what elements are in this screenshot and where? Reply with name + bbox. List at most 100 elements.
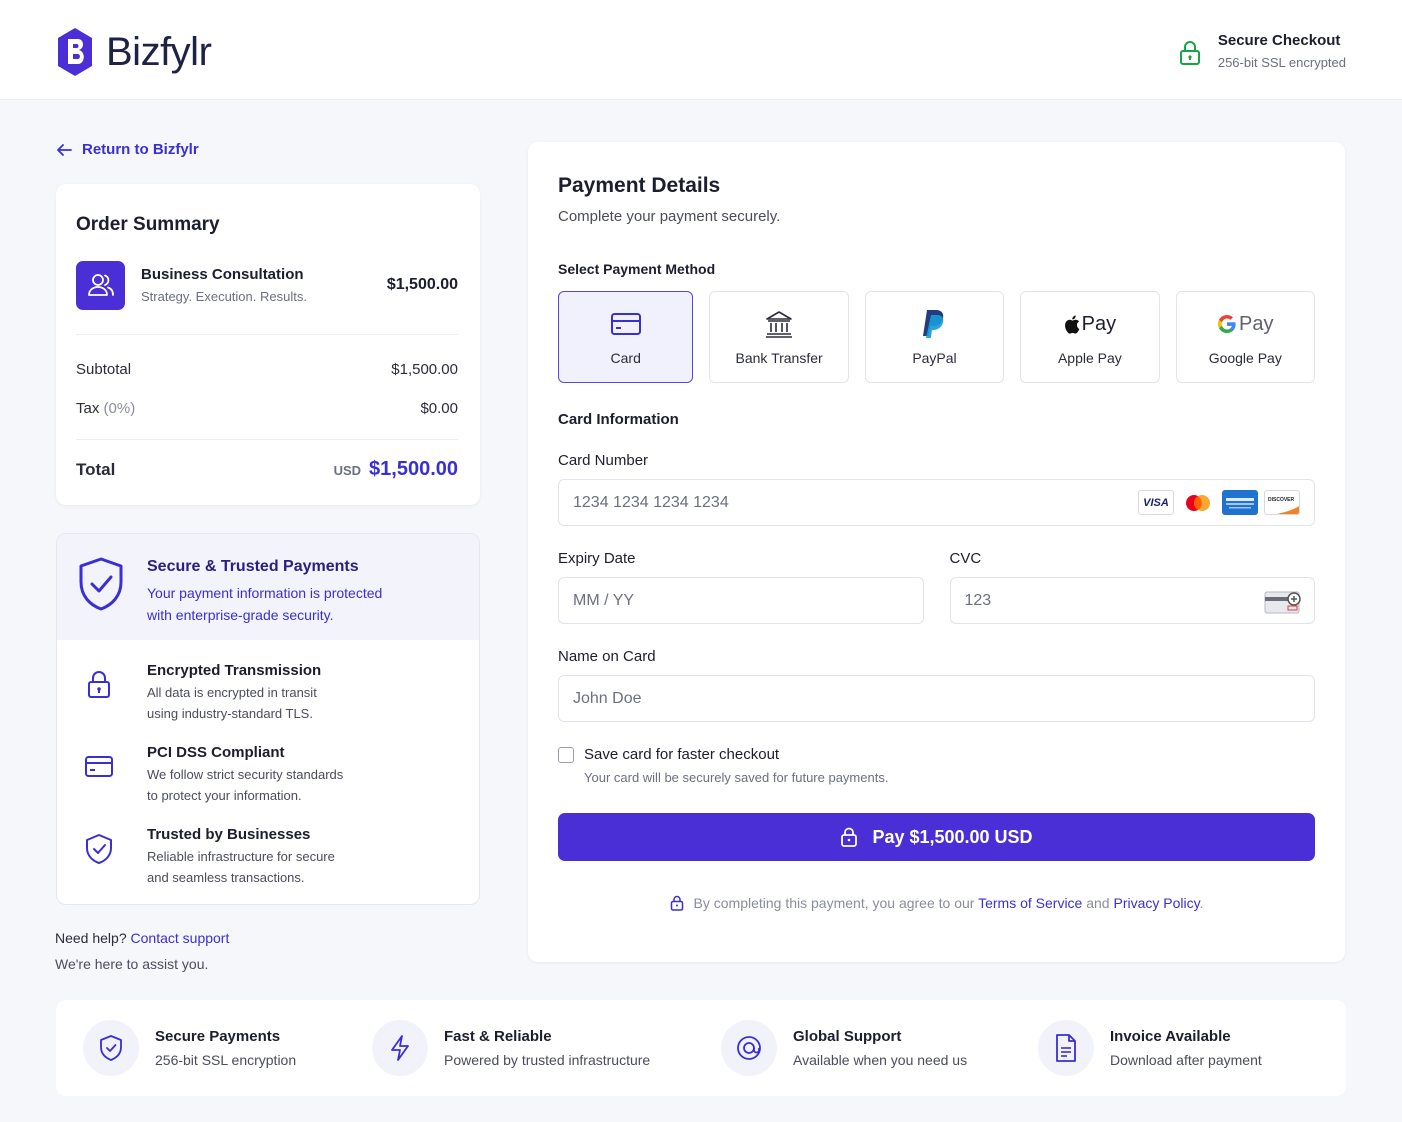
help-subtext: We're here to assist you.: [55, 956, 209, 972]
expiry-input[interactable]: MM / YY: [558, 577, 924, 624]
legal-prefix: By completing this payment, you agree to…: [693, 895, 975, 911]
privacy-link[interactable]: Privacy Policy: [1113, 895, 1199, 911]
feature-description: All data is encrypted in transit using i…: [147, 682, 321, 724]
feature-title: PCI DSS Compliant: [147, 744, 285, 761]
order-item: Business Consultation Strategy. Executio…: [76, 260, 458, 310]
method-bank-transfer[interactable]: Bank Transfer: [709, 291, 849, 383]
payment-title: Payment Details: [558, 174, 721, 197]
credit-card-icon: [85, 756, 113, 777]
feature-description: We follow strict security standards to p…: [147, 764, 343, 806]
footer-features: Secure Payments 256-bit SSL encryption F…: [56, 1000, 1346, 1096]
trust-subtitle-line: with enterprise-grade security.: [147, 607, 334, 623]
brand-logo[interactable]: Bizfylr: [56, 26, 212, 78]
method-apple-pay[interactable]: Pay Apple Pay: [1020, 291, 1160, 383]
method-label-text: Bank Transfer: [735, 350, 823, 366]
expiry-placeholder: MM / YY: [573, 591, 635, 609]
contact-support-link[interactable]: Contact support: [131, 930, 230, 946]
feature-line: using industry-standard TLS.: [147, 706, 313, 721]
bank-icon: [766, 311, 793, 338]
total-value-group: USD $1,500.00: [334, 458, 458, 481]
cvc-label: CVC: [949, 550, 982, 567]
trust-card: Secure & Trusted Payments Your payment i…: [56, 533, 480, 905]
trust-header: Secure & Trusted Payments Your payment i…: [57, 534, 479, 640]
google-pay-mark: Pay: [1239, 312, 1274, 335]
lock-icon: [88, 671, 110, 698]
return-link[interactable]: Return to Bizfylr: [56, 141, 199, 158]
save-card-subtext: Your card will be securely saved for fut…: [584, 770, 889, 785]
mastercard-icon: [1180, 490, 1216, 515]
cvc-input[interactable]: 123: [949, 577, 1315, 624]
item-name: Business Consultation: [141, 266, 304, 283]
expiry-cvc-row: Expiry Date MM / YY CVC 123: [558, 550, 1315, 624]
legal-text: By completing this payment, you agree to…: [694, 895, 1204, 911]
arrow-left-icon: [57, 143, 72, 156]
feature-line: We follow strict security standards: [147, 767, 344, 782]
subtotal-value: $1,500.00: [391, 361, 458, 378]
return-link-label: Return to Bizfylr: [82, 141, 199, 158]
method-google-pay[interactable]: Pay Google Pay: [1175, 291, 1315, 383]
payment-subtitle: Complete your payment securely.: [558, 208, 781, 225]
card-number-input[interactable]: 1234 1234 1234 1234 VISA DISCOVER: [558, 479, 1315, 526]
visa-icon: VISA: [1138, 490, 1174, 515]
footer-item-sub: Available when you need us: [793, 1052, 968, 1068]
trust-subtitle: Your payment information is protected wi…: [147, 582, 382, 626]
feature-description: Reliable infrastructure for secure and s…: [147, 846, 335, 888]
lock-icon: [841, 827, 858, 847]
legal-and: and: [1086, 895, 1110, 911]
method-card[interactable]: Card: [558, 291, 694, 383]
tax-row: Tax (0%) $0.00: [76, 400, 458, 417]
footer-item-title: Fast & Reliable: [444, 1028, 552, 1045]
credit-card-icon: [610, 313, 641, 335]
amex-icon: [1222, 490, 1258, 515]
trust-feature: Encrypted Transmission All data is encry…: [57, 662, 479, 724]
footer-item: Fast & Reliable Powered by trusted infra…: [372, 1020, 650, 1076]
footer-item: Invoice Available Download after payment: [1038, 1020, 1262, 1076]
item-price: $1,500.00: [386, 276, 458, 293]
trust-feature: Trusted by Businesses Reliable infrastru…: [57, 826, 479, 888]
total-amount: $1,500.00: [369, 458, 458, 480]
subtotal-row: Subtotal $1,500.00: [76, 361, 458, 378]
cvc-card-icon: [1264, 591, 1301, 614]
expiry-label: Expiry Date: [558, 550, 636, 567]
lock-icon: [670, 895, 683, 911]
help-line: Need help? Contact support: [55, 930, 229, 946]
pay-button[interactable]: Pay $1,500.00 USD: [558, 813, 1315, 861]
name-label: Name on Card: [558, 648, 656, 665]
shield-check-icon: [86, 834, 112, 864]
trust-subtitle-line: Your payment information is protected: [147, 585, 383, 601]
tax-value: $0.00: [420, 400, 458, 417]
name-input[interactable]: John Doe: [558, 675, 1315, 722]
secure-title: Secure Checkout: [1217, 32, 1341, 49]
feature-title: Trusted by Businesses: [147, 826, 311, 843]
google-icon: [1218, 315, 1236, 333]
feature-line: All data is encrypted in transit: [147, 685, 317, 700]
users-icon: [76, 260, 125, 310]
footer-item-sub: Download after payment: [1110, 1052, 1262, 1068]
feature-line: and seamless transactions.: [147, 870, 305, 885]
save-card-checkbox[interactable]: [558, 747, 574, 763]
total-row: Total USD $1,500.00: [76, 458, 458, 481]
terms-link[interactable]: Terms of Service: [978, 895, 1082, 911]
save-card-row: Save card for faster checkout Your card …: [558, 746, 1315, 785]
card-brands: VISA DISCOVER: [1138, 490, 1300, 515]
method-paypal[interactable]: PayPal: [864, 291, 1005, 383]
footer-item-sub: 256-bit SSL encryption: [155, 1052, 297, 1068]
name-placeholder: John Doe: [573, 689, 642, 707]
order-summary-card: Order Summary Business Consultation Stra…: [56, 184, 480, 505]
method-label: Select Payment Method: [558, 261, 716, 277]
footer-item: Global Support Available when you need u…: [721, 1020, 967, 1076]
secure-checkout-badge: Secure Checkout 256-bit SSL encrypted: [1178, 32, 1346, 70]
feature-line: to protect your information.: [147, 788, 302, 803]
save-card-label[interactable]: Save card for faster checkout: [584, 746, 888, 763]
feature-line: Reliable infrastructure for secure: [147, 849, 335, 864]
pay-button-label: Pay $1,500.00 USD: [872, 826, 1033, 847]
total-currency: USD: [333, 463, 362, 478]
footer-item: Secure Payments 256-bit SSL encryption: [83, 1020, 296, 1076]
lock-icon: [1179, 41, 1200, 65]
tax-label-group: Tax (0%): [76, 400, 135, 417]
document-icon: [1038, 1020, 1094, 1076]
help-section: Need help? Contact support We're here to…: [55, 930, 229, 972]
card-number-placeholder: 1234 1234 1234 1234: [573, 493, 729, 511]
secure-subtitle: 256-bit SSL encrypted: [1217, 55, 1346, 70]
trust-title: Secure & Trusted Payments: [147, 558, 359, 575]
